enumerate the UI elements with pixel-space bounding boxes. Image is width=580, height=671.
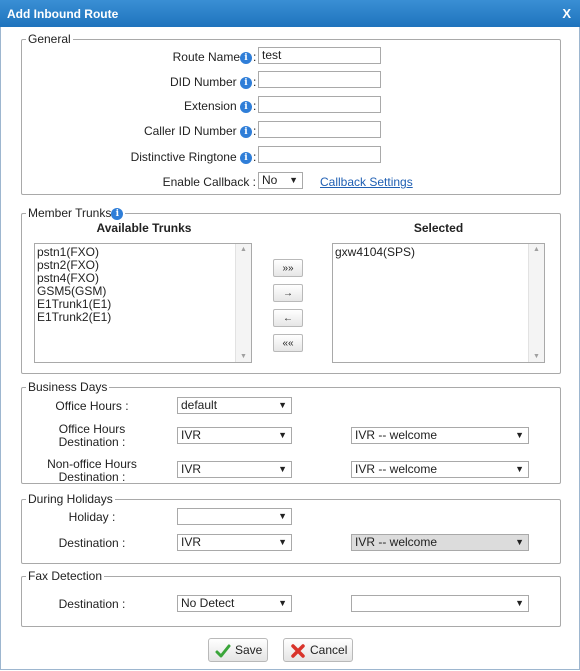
did-number-label: DID Number i bbox=[170, 75, 252, 89]
move-all-right-button[interactable]: »» bbox=[273, 259, 303, 277]
ringtone-input[interactable] bbox=[258, 146, 381, 163]
holiday-label: Holiday : bbox=[68, 510, 116, 524]
route-name-label: Route Name i bbox=[173, 50, 252, 64]
general-legend: General bbox=[28, 32, 71, 46]
selected-trunks-list[interactable]: gxw4104(SPS) ▲ ▼ bbox=[332, 243, 545, 363]
office-destination-type-select[interactable]: IVR ▼ bbox=[177, 427, 292, 444]
callback-select[interactable]: No ▼ bbox=[258, 172, 303, 189]
chevron-down-icon: ▼ bbox=[278, 598, 287, 608]
checkmark-icon bbox=[215, 644, 231, 658]
callback-settings-link[interactable]: Callback Settings bbox=[320, 175, 413, 189]
holiday-destination-type-select[interactable]: IVR ▼ bbox=[177, 534, 292, 551]
colon: : bbox=[253, 124, 257, 138]
extension-input[interactable] bbox=[258, 96, 381, 113]
fax-destination-label: Destination : bbox=[58, 597, 126, 611]
scroll-up-icon[interactable]: ▲ bbox=[533, 246, 540, 253]
ringtone-label: Distinctive Ringtone i bbox=[131, 150, 252, 164]
office-hours-select[interactable]: default ▼ bbox=[177, 397, 292, 414]
colon: : bbox=[253, 150, 257, 164]
move-all-left-button[interactable]: «« bbox=[273, 334, 303, 352]
chevron-down-icon: ▼ bbox=[278, 400, 287, 410]
holiday-destination-label: Destination : bbox=[58, 536, 126, 550]
chevron-down-icon: ▼ bbox=[278, 430, 287, 440]
office-destination-value-select[interactable]: IVR -- welcome ▼ bbox=[351, 427, 529, 444]
route-name-input[interactable]: test bbox=[258, 47, 381, 64]
list-item[interactable]: E1Trunk2(E1) bbox=[35, 311, 251, 324]
caller-id-label: Caller ID Number i bbox=[144, 124, 252, 138]
close-icon[interactable]: X bbox=[562, 6, 571, 21]
caller-id-input[interactable] bbox=[258, 121, 381, 138]
non-office-destination-value-select[interactable]: IVR -- welcome ▼ bbox=[351, 461, 529, 478]
business-days-legend: Business Days bbox=[28, 380, 108, 394]
info-icon[interactable]: i bbox=[240, 101, 252, 113]
save-label: Save bbox=[235, 643, 263, 657]
did-number-input[interactable] bbox=[258, 71, 381, 88]
holidays-section: During Holidays bbox=[21, 492, 561, 564]
fax-detection-legend: Fax Detection bbox=[28, 569, 103, 583]
chevron-down-icon: ▼ bbox=[515, 598, 524, 608]
chevron-down-icon: ▼ bbox=[515, 537, 524, 547]
holiday-select[interactable]: ▼ bbox=[177, 508, 292, 525]
dialog-title-bar: Add Inbound Route X bbox=[0, 0, 580, 27]
chevron-down-icon: ▼ bbox=[515, 430, 524, 440]
info-icon[interactable]: i bbox=[240, 152, 252, 164]
fax-destination-value-select[interactable]: ▼ bbox=[351, 595, 529, 612]
scrollbar[interactable]: ▲ ▼ bbox=[235, 244, 251, 362]
non-office-hours-destination-label: Non-office Hours Destination : bbox=[47, 457, 137, 484]
move-left-button[interactable]: ← bbox=[273, 309, 303, 327]
fax-destination-type-select[interactable]: No Detect ▼ bbox=[177, 595, 292, 612]
list-item[interactable]: gxw4104(SPS) bbox=[333, 246, 544, 259]
scrollbar[interactable]: ▲ ▼ bbox=[528, 244, 544, 362]
save-button[interactable]: Save bbox=[208, 638, 268, 662]
info-icon[interactable]: i bbox=[240, 126, 252, 138]
colon: : bbox=[253, 50, 257, 64]
callback-label: Enable Callback : bbox=[162, 175, 256, 189]
member-trunks-legend: Member Trunks i bbox=[26, 206, 125, 220]
holiday-destination-value-select: IVR -- welcome ▼ bbox=[351, 534, 529, 551]
move-right-button[interactable]: → bbox=[273, 284, 303, 302]
info-icon[interactable]: i bbox=[240, 52, 252, 64]
non-office-destination-type-select[interactable]: IVR ▼ bbox=[177, 461, 292, 478]
scroll-up-icon[interactable]: ▲ bbox=[240, 246, 247, 253]
extension-label: Extension i bbox=[184, 99, 252, 113]
chevron-down-icon: ▼ bbox=[289, 175, 298, 185]
chevron-down-icon: ▼ bbox=[278, 537, 287, 547]
office-hours-label: Office Hours : bbox=[55, 399, 129, 413]
cancel-x-icon bbox=[291, 644, 305, 658]
info-icon[interactable]: i bbox=[111, 208, 124, 220]
scroll-down-icon[interactable]: ▼ bbox=[240, 353, 247, 360]
selected-trunks-header: Selected bbox=[413, 221, 464, 235]
colon: : bbox=[253, 99, 257, 113]
cancel-label: Cancel bbox=[310, 643, 348, 657]
available-trunks-header: Available Trunks bbox=[96, 221, 192, 235]
dialog-title: Add Inbound Route bbox=[7, 7, 119, 21]
available-trunks-list[interactable]: pstn1(FXO) pstn2(FXO) pstn4(FXO) GSM5(GSM) E… bbox=[34, 243, 252, 363]
holidays-legend: During Holidays bbox=[28, 492, 113, 506]
colon: : bbox=[253, 75, 257, 89]
chevron-down-icon: ▼ bbox=[515, 464, 524, 474]
office-hours-destination-label: Office Hours Destination : bbox=[58, 422, 126, 449]
info-icon[interactable]: i bbox=[240, 77, 252, 89]
chevron-down-icon: ▼ bbox=[278, 464, 287, 474]
chevron-down-icon: ▼ bbox=[278, 511, 287, 521]
scroll-down-icon[interactable]: ▼ bbox=[533, 353, 540, 360]
cancel-button[interactable]: Cancel bbox=[283, 638, 353, 662]
